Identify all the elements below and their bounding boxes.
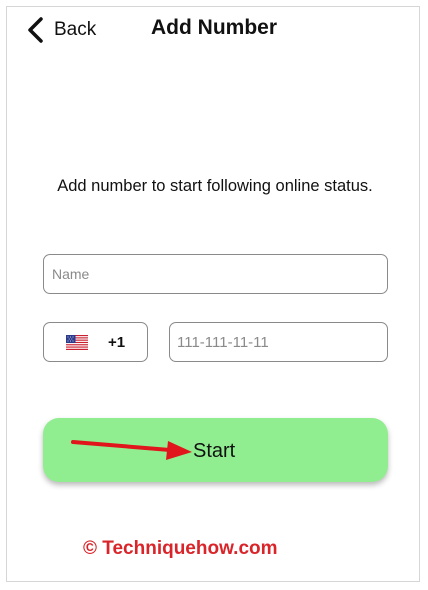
screen-frame xyxy=(6,6,420,582)
us-flag-icon xyxy=(66,334,88,350)
page-title: Add Number xyxy=(151,16,277,39)
start-button-label: Start xyxy=(193,440,236,462)
name-input[interactable] xyxy=(43,254,388,294)
country-code: +1 xyxy=(108,333,126,351)
app-header: Back Add Number xyxy=(0,0,428,60)
country-code-selector[interactable]: +1 xyxy=(43,322,148,362)
instruction-text: Add number to start following online sta… xyxy=(57,177,373,195)
watermark: © Techniquehow.com xyxy=(83,538,278,559)
red-arrow-annotation xyxy=(71,440,192,460)
phone-number-input[interactable] xyxy=(169,322,388,362)
